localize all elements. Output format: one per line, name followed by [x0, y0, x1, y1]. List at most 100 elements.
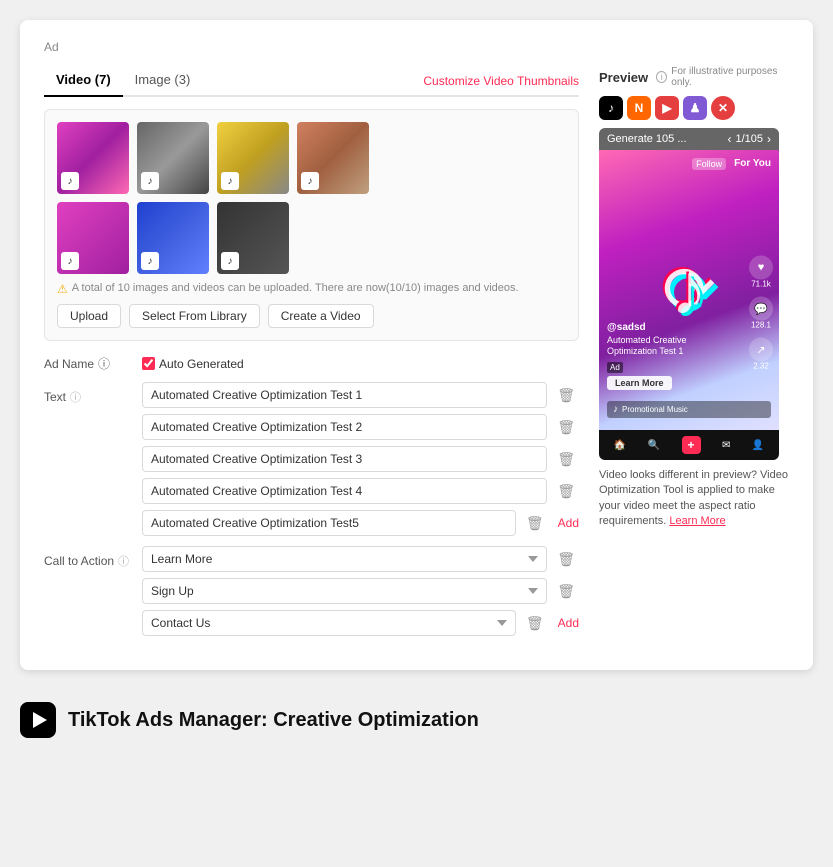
delete-text-2-button[interactable]: 🗑 — [553, 417, 579, 438]
tab-image[interactable]: Image (3) — [123, 66, 203, 97]
nav-create[interactable]: + — [682, 436, 701, 454]
warning-icon: ⚠ — [57, 282, 68, 296]
text-input-row-2: 🗑 — [142, 414, 579, 440]
text-input-row-3: 🗑 — [142, 446, 579, 472]
preview-bottom-info: @sadsd Automated Creative Optimization T… — [607, 322, 739, 390]
media-row-1: ♪ ♪ ♪ ♪ — [57, 122, 566, 194]
media-thumb[interactable]: ♪ — [217, 122, 289, 194]
auto-generated-checkbox[interactable] — [142, 357, 155, 370]
preview-top-bar: Follow For You — [692, 158, 771, 170]
text-input-2[interactable] — [142, 414, 547, 440]
delete-cta-3-button[interactable]: 🗑 — [522, 613, 548, 634]
cta-input-row-2: Learn More Sign Up Contact Us Shop Now D… — [142, 578, 579, 604]
preview-nav: Generate 105 ... ‹ 1/105 › — [599, 128, 779, 150]
thumb-logo: ♪ — [301, 172, 319, 190]
platform-game-icon[interactable]: ♟ — [683, 96, 707, 120]
media-tabs: Video (7) Image (3) Customize Video Thum… — [44, 66, 579, 97]
delete-text-3-button[interactable]: 🗑 — [553, 449, 579, 470]
like-icon: ♥ — [749, 256, 773, 280]
thumb-logo: ♪ — [61, 172, 79, 190]
text-form-row: Text ⓘ 🗑 🗑 — [44, 382, 579, 536]
phone-preview: Generate 105 ... ‹ 1/105 › Follow For Yo… — [599, 128, 779, 460]
media-thumb[interactable]: ♪ — [137, 202, 209, 274]
platform-live-icon[interactable]: ▶ — [655, 96, 679, 120]
play-icon — [33, 712, 47, 728]
media-thumb[interactable]: ♪ — [217, 202, 289, 274]
add-text-link[interactable]: Add — [558, 516, 579, 530]
nav-inbox: ✉ — [722, 440, 730, 451]
follow-button: Follow — [692, 158, 726, 170]
comment-action: 💬 128.1 — [749, 297, 773, 330]
cta-select-3[interactable]: Learn More Sign Up Contact Us Shop Now D… — [142, 610, 516, 636]
prev-arrow[interactable]: ‹ — [727, 132, 731, 146]
platform-more-icon[interactable]: ✕ — [711, 96, 735, 120]
media-limit-info: ⚠ A total of 10 images and videos can be… — [57, 282, 566, 296]
nav-profile: 👤 — [752, 440, 764, 451]
select-library-button[interactable]: Select From Library — [129, 304, 260, 328]
media-thumb[interactable]: ♪ — [137, 122, 209, 194]
tab-video[interactable]: Video (7) — [44, 66, 123, 97]
preview-username: @sadsd — [607, 322, 739, 333]
platform-icons: ♪ N ▶ ♟ ✕ — [599, 96, 789, 120]
cta-inputs: Learn More Sign Up Contact Us Shop Now D… — [142, 546, 579, 636]
text-input-row-5: 🗑 Add — [142, 510, 579, 536]
customize-thumbnails-link[interactable]: Customize Video Thumbnails — [423, 74, 579, 88]
media-thumb[interactable]: ♪ — [57, 202, 129, 274]
add-cta-link[interactable]: Add — [558, 616, 579, 630]
thumb-logo: ♪ — [221, 252, 239, 270]
nav-home: 🏠 — [614, 440, 626, 451]
delete-text-1-button[interactable]: 🗑 — [553, 385, 579, 406]
info-icon: i — [656, 71, 667, 83]
create-video-button[interactable]: Create a Video — [268, 304, 374, 328]
text-input-1[interactable] — [142, 382, 547, 408]
preview-side-actions: ♥ 71.1k 💬 128.1 ↗ 2.32 — [749, 256, 773, 371]
thumb-logo: ♪ — [141, 172, 159, 190]
text-help-icon[interactable]: ⓘ — [70, 389, 81, 405]
preview-header: Preview i For illustrative purposes only… — [599, 66, 789, 88]
thumb-logo: ♪ — [141, 252, 159, 270]
delete-cta-1-button[interactable]: 🗑 — [553, 549, 579, 570]
next-arrow[interactable]: › — [767, 132, 771, 146]
ad-badge: Ad — [607, 362, 623, 373]
delete-cta-2-button[interactable]: 🗑 — [553, 581, 579, 602]
media-action-buttons: Upload Select From Library Create a Vide… — [57, 304, 566, 328]
text-inputs: 🗑 🗑 🗑 🗑 — [142, 382, 579, 536]
cta-form-row: Call to Action ⓘ Learn More Sign Up Cont… — [44, 546, 579, 636]
preview-panel: Preview i For illustrative purposes only… — [599, 66, 789, 646]
thumb-logo: ♪ — [61, 252, 79, 270]
media-thumb[interactable]: ♪ — [57, 122, 129, 194]
cta-input-row-3: Learn More Sign Up Contact Us Shop Now D… — [142, 610, 579, 636]
nav-discover: 🔍 — [648, 440, 660, 451]
text-input-5[interactable] — [142, 510, 516, 536]
cta-label: Call to Action ⓘ — [44, 546, 134, 569]
comment-icon: 💬 — [749, 297, 773, 321]
platform-tiktok-icon[interactable]: ♪ — [599, 96, 623, 120]
preview-counter: 1/105 — [735, 133, 763, 145]
preview-counter-area: ‹ 1/105 › — [727, 132, 771, 146]
preview-learn-more-link[interactable]: Learn More — [669, 515, 725, 527]
bottom-title: TikTok Ads Manager: Creative Optimizatio… — [68, 709, 479, 732]
preview-cta-button[interactable]: Learn More — [607, 376, 672, 390]
ad-name-label: Ad Name ⓘ — [44, 355, 134, 372]
text-input-4[interactable] — [142, 478, 547, 504]
text-label: Text ⓘ — [44, 382, 134, 405]
cta-help-icon[interactable]: ⓘ — [118, 553, 129, 569]
share-icon: ↗ — [749, 338, 773, 362]
upload-button[interactable]: Upload — [57, 304, 121, 328]
text-input-3[interactable] — [142, 446, 547, 472]
like-action: ♥ 71.1k — [749, 256, 773, 289]
cta-select-2[interactable]: Learn More Sign Up Contact Us Shop Now D… — [142, 578, 547, 604]
for-you-label: For You — [734, 158, 771, 170]
preview-ad-text: Automated Creative Optimization Test 1 — [607, 335, 739, 358]
preview-screen: Follow For You ⟳ ♪ ♥ 71.1k — [599, 150, 779, 430]
preview-label: Preview — [599, 70, 648, 85]
media-thumb[interactable]: ♪ — [297, 122, 369, 194]
delete-text-4-button[interactable]: 🗑 — [553, 481, 579, 502]
ad-name-help-icon[interactable]: ⓘ — [98, 355, 110, 372]
form-section: Ad Name ⓘ Auto Generated Text ⓘ — [44, 355, 579, 636]
preview-music-bar: ♪ Promotional Music — [607, 401, 771, 418]
cta-select-1[interactable]: Learn More Sign Up Contact Us Shop Now D… — [142, 546, 547, 572]
auto-generated-checkbox-label[interactable]: Auto Generated — [142, 357, 244, 371]
delete-text-5-button[interactable]: 🗑 — [522, 513, 548, 534]
platform-news-icon[interactable]: N — [627, 96, 651, 120]
